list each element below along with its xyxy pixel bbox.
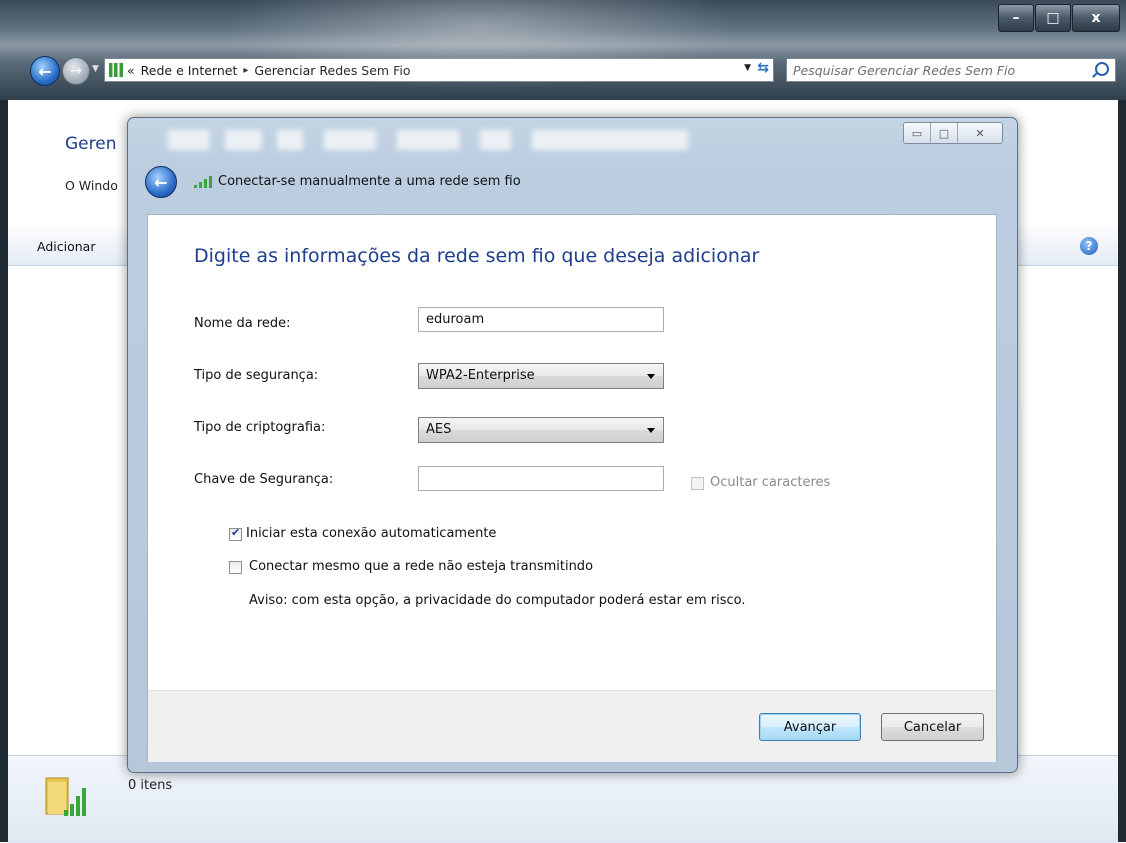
cancel-button[interactable]: Cancelar (881, 713, 984, 741)
search-placeholder: Pesquisar Gerenciar Redes Sem Fio (793, 62, 1016, 78)
help-icon[interactable]: ? (1080, 237, 1098, 255)
explorer-title-bar: – □ x ← → ▼ « Rede e Internet ▸ Gerencia… (0, 0, 1126, 100)
add-button[interactable]: Adicionar (37, 239, 95, 254)
breadcrumb-separator[interactable]: ▸ (243, 65, 248, 76)
dialog-footer: Avançar Cancelar (148, 690, 996, 762)
encryption-type-label: Tipo de criptografia: (194, 420, 326, 435)
breadcrumb-overflow[interactable]: « (127, 63, 135, 78)
dialog-title-blur (168, 130, 688, 150)
back-arrow-icon[interactable]: ← (145, 166, 177, 198)
chevron-down-icon (647, 428, 655, 433)
encryption-type-select[interactable]: AES (418, 417, 664, 443)
close-button[interactable]: x (1072, 4, 1120, 32)
search-icon[interactable] (1095, 62, 1109, 76)
forward-arrow-icon[interactable]: → (62, 57, 90, 85)
page-title: Geren (65, 134, 117, 154)
security-type-select[interactable]: WPA2-Enterprise (418, 363, 664, 389)
chevron-down-icon (647, 374, 655, 379)
connect-hidden-label: Conectar mesmo que a rede não esteja tra… (249, 559, 594, 574)
dialog-body: Digite as informações da rede sem fio qu… (147, 214, 997, 762)
dialog-minimize-button[interactable]: ▭ (904, 123, 930, 143)
dialog-maximize-button[interactable]: □ (930, 123, 957, 143)
security-key-input[interactable] (418, 466, 664, 491)
security-key-label: Chave de Segurança: (194, 472, 334, 487)
security-type-label: Tipo de segurança: (194, 368, 319, 383)
network-name-label: Nome da rede: (194, 316, 291, 331)
auto-connect-label: Iniciar esta conexão automaticamente (246, 526, 497, 541)
network-signal-icon (109, 63, 123, 77)
dialog-window-controls: ▭ □ ✕ (903, 122, 1003, 144)
encryption-type-value: AES (426, 422, 452, 437)
breadcrumb-item-rede-internet[interactable]: Rede e Internet (141, 63, 238, 78)
page-subtitle: O Windo (65, 178, 118, 193)
hide-characters-checkbox[interactable] (691, 477, 704, 490)
connect-hidden-checkbox[interactable] (229, 561, 242, 574)
security-type-value: WPA2-Enterprise (426, 368, 535, 383)
history-dropdown-icon[interactable]: ▼ (92, 64, 99, 74)
window-controls: – □ x (997, 4, 1120, 32)
breadcrumb-item-gerenciar-redes[interactable]: Gerenciar Redes Sem Fio (254, 63, 410, 78)
network-folder-icon (45, 777, 86, 816)
hide-characters-label: Ocultar caracteres (710, 475, 831, 490)
next-button[interactable]: Avançar (759, 713, 861, 741)
maximize-button[interactable]: □ (1035, 4, 1071, 32)
dialog-title: Conectar-se manualmente a uma rede sem f… (218, 174, 521, 189)
search-input[interactable]: Pesquisar Gerenciar Redes Sem Fio (786, 58, 1116, 82)
dialog-close-button[interactable]: ✕ (957, 123, 1002, 143)
privacy-warning: Aviso: com esta opção, a privacidade do … (249, 593, 746, 608)
address-bar[interactable]: « Rede e Internet ▸ Gerenciar Redes Sem … (104, 58, 774, 82)
connect-wireless-dialog: ▭ □ ✕ ← Conectar-se manualmente a uma re… (127, 117, 1018, 773)
dialog-heading: Digite as informações da rede sem fio qu… (194, 245, 760, 267)
back-arrow-icon[interactable]: ← (30, 56, 60, 86)
auto-connect-checkbox[interactable] (229, 526, 242, 541)
minimize-button[interactable]: – (998, 4, 1034, 32)
item-count: 0 itens (128, 778, 173, 793)
refresh-icon[interactable]: ⇆ (757, 60, 769, 76)
address-dropdown-icon[interactable]: ▼ (744, 63, 751, 73)
wireless-signal-icon (194, 176, 212, 188)
network-name-input[interactable] (418, 307, 664, 332)
